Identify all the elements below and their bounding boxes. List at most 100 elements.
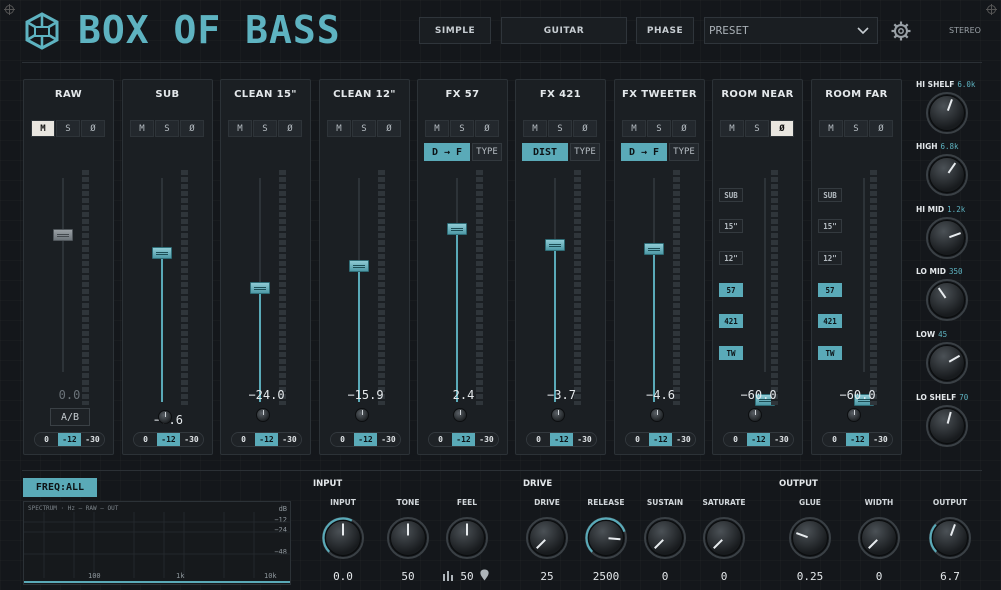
param-knob[interactable] (858, 517, 900, 559)
room-send-button[interactable]: SUB (719, 188, 743, 202)
fader-handle[interactable] (250, 281, 270, 294)
eq-knob[interactable] (926, 217, 968, 259)
room-send-button[interactable]: 12" (818, 251, 842, 265)
mute-button[interactable]: M (720, 120, 744, 137)
phase-invert-button[interactable]: Ø (377, 120, 401, 137)
solo-button[interactable]: S (155, 120, 179, 137)
trim-knob[interactable] (256, 408, 270, 422)
fader-handle[interactable] (53, 229, 73, 242)
param-knob[interactable] (789, 517, 831, 559)
phase-invert-button[interactable]: Ø (81, 120, 105, 137)
phase-invert-button[interactable]: Ø (672, 120, 696, 137)
mute-button[interactable]: M (31, 120, 55, 137)
mute-button[interactable]: M (130, 120, 154, 137)
mute-button[interactable]: M (622, 120, 646, 137)
pad-option[interactable]: 0 (823, 433, 846, 446)
pad-option[interactable]: 0 (331, 433, 354, 446)
eq-knob[interactable] (926, 405, 968, 447)
pad-option[interactable]: -30 (869, 433, 892, 446)
pad-option[interactable]: -12 (255, 433, 278, 446)
solo-button[interactable]: S (450, 120, 474, 137)
phase-invert-button[interactable]: Ø (770, 120, 794, 137)
param-knob[interactable] (585, 517, 627, 559)
room-send-button[interactable]: 12" (719, 251, 743, 265)
trim-knob[interactable] (748, 408, 762, 422)
solo-button[interactable]: S (56, 120, 80, 137)
pad-option[interactable]: -30 (278, 433, 301, 446)
pad-option[interactable]: -30 (180, 433, 203, 446)
gear-icon[interactable] (891, 21, 911, 41)
room-send-button[interactable]: 421 (719, 314, 743, 328)
solo-button[interactable]: S (647, 120, 671, 137)
trim-knob[interactable] (158, 410, 172, 424)
pad-option[interactable]: 0 (527, 433, 550, 446)
eq-knob[interactable] (926, 154, 968, 196)
fx-type-button[interactable]: TYPE (570, 143, 600, 161)
eq-knob[interactable] (926, 92, 968, 134)
pad-option[interactable]: -30 (377, 433, 400, 446)
pad-option[interactable]: -12 (846, 433, 869, 446)
trim-knob[interactable] (453, 408, 467, 422)
eq-knob[interactable] (926, 342, 968, 384)
solo-button[interactable]: S (352, 120, 376, 137)
fader-handle[interactable] (644, 242, 664, 255)
param-knob[interactable] (703, 517, 745, 559)
param-knob[interactable] (387, 517, 429, 559)
pad-option[interactable]: -12 (747, 433, 770, 446)
solo-button[interactable]: S (844, 120, 868, 137)
trim-knob[interactable] (355, 408, 369, 422)
preset-dropdown[interactable]: PRESET (704, 17, 878, 44)
guitar-button[interactable]: GUITAR (501, 17, 627, 44)
fx-mode-button[interactable]: D → F (621, 143, 667, 161)
param-knob[interactable] (446, 517, 488, 559)
phase-invert-button[interactable]: Ø (475, 120, 499, 137)
pad-option[interactable]: 0 (232, 433, 255, 446)
phase-button[interactable]: PHASE (636, 17, 694, 44)
fader-handle[interactable] (545, 238, 565, 251)
solo-button[interactable]: S (745, 120, 769, 137)
pad-option[interactable]: -12 (58, 433, 81, 446)
trim-knob[interactable] (650, 408, 664, 422)
param-knob[interactable] (644, 517, 686, 559)
room-send-button[interactable]: TW (719, 346, 743, 360)
room-send-button[interactable]: TW (818, 346, 842, 360)
fx-mode-button[interactable]: D → F (424, 143, 470, 161)
room-send-button[interactable]: 15" (818, 219, 842, 233)
fx-mode-button[interactable]: DIST (522, 143, 568, 161)
fader-handle[interactable] (152, 246, 172, 259)
mute-button[interactable]: M (425, 120, 449, 137)
solo-button[interactable]: S (253, 120, 277, 137)
room-send-button[interactable]: 57 (719, 283, 743, 297)
pad-option[interactable]: -30 (475, 433, 498, 446)
mute-button[interactable]: M (819, 120, 843, 137)
pad-option[interactable]: -30 (770, 433, 793, 446)
fx-type-button[interactable]: TYPE (669, 143, 699, 161)
pad-option[interactable]: 0 (35, 433, 58, 446)
pad-option[interactable]: -12 (354, 433, 377, 446)
phase-invert-button[interactable]: Ø (278, 120, 302, 137)
room-send-button[interactable]: 57 (818, 283, 842, 297)
trim-knob[interactable] (551, 408, 565, 422)
phase-invert-button[interactable]: Ø (180, 120, 204, 137)
room-send-button[interactable]: SUB (818, 188, 842, 202)
fader-handle[interactable] (349, 260, 369, 273)
pad-option[interactable]: -12 (157, 433, 180, 446)
pad-option[interactable]: -30 (81, 433, 104, 446)
pad-option[interactable]: 0 (429, 433, 452, 446)
pad-option[interactable]: 0 (626, 433, 649, 446)
param-knob[interactable] (929, 517, 971, 559)
pad-option[interactable]: -12 (550, 433, 573, 446)
mute-button[interactable]: M (228, 120, 252, 137)
mute-button[interactable]: M (327, 120, 351, 137)
pad-option[interactable]: -30 (672, 433, 695, 446)
solo-button[interactable]: S (548, 120, 572, 137)
pad-option[interactable]: 0 (134, 433, 157, 446)
param-knob[interactable] (526, 517, 568, 559)
ab-button[interactable]: A/B (50, 408, 90, 426)
pad-option[interactable]: -12 (649, 433, 672, 446)
param-knob[interactable] (322, 517, 364, 559)
phase-invert-button[interactable]: Ø (573, 120, 597, 137)
fx-type-button[interactable]: TYPE (472, 143, 502, 161)
pad-option[interactable]: -12 (452, 433, 475, 446)
trim-knob[interactable] (847, 408, 861, 422)
